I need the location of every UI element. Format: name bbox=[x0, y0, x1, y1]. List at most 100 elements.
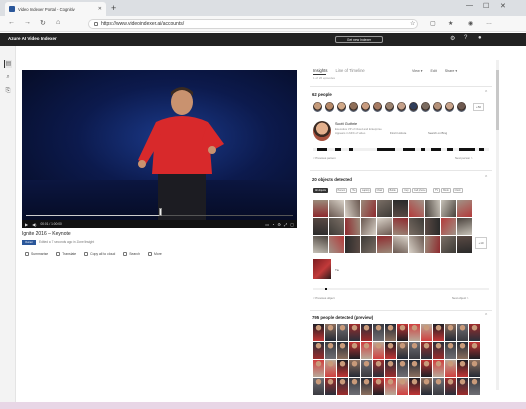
collapse-detected-icon[interactable]: ⌃ bbox=[484, 313, 488, 319]
next-object-link[interactable]: Next object > bbox=[452, 296, 468, 300]
object-thumbnail[interactable] bbox=[393, 218, 408, 235]
detected-person-thumbnail[interactable] bbox=[409, 378, 420, 395]
object-filter-pill[interactable]: Cell phone bbox=[412, 188, 428, 193]
detected-person-thumbnail[interactable] bbox=[469, 324, 480, 341]
detected-person-thumbnail[interactable] bbox=[409, 324, 420, 341]
object-filter-pill[interactable]: Tie bbox=[350, 188, 358, 193]
speed-icon[interactable]: ◔ bbox=[272, 222, 274, 227]
scrollbar-thumb[interactable] bbox=[496, 70, 499, 130]
detected-person-thumbnail[interactable] bbox=[433, 342, 444, 359]
home-icon[interactable]: ⌂ bbox=[56, 19, 60, 26]
object-filter-pill[interactable]: All objects bbox=[313, 188, 328, 193]
object-thumbnail[interactable] bbox=[441, 218, 456, 235]
scrubber-handle[interactable] bbox=[158, 208, 162, 216]
object-thumbnail[interactable] bbox=[313, 218, 328, 235]
object-thumbnail[interactable] bbox=[457, 218, 472, 235]
bing-search-link[interactable]: Search on Bing bbox=[428, 131, 447, 135]
previous-person-link[interactable]: < Previous person bbox=[313, 156, 336, 160]
previous-object-link[interactable]: < Previous object bbox=[313, 296, 335, 300]
object-thumbnail[interactable] bbox=[329, 236, 344, 253]
summarise-button[interactable]: Summarise bbox=[25, 252, 48, 256]
object-thumbnail[interactable] bbox=[409, 218, 424, 235]
search-icon[interactable]: ⌕ bbox=[4, 74, 12, 82]
detected-person-thumbnail[interactable] bbox=[469, 360, 480, 377]
edit-button[interactable]: Edit bbox=[431, 69, 437, 73]
detected-person-thumbnail[interactable] bbox=[373, 342, 384, 359]
object-filter-pill[interactable]: Person bbox=[335, 188, 348, 193]
object-thumbnail[interactable] bbox=[377, 218, 392, 235]
profile-icon[interactable]: ◉ bbox=[468, 20, 473, 27]
detected-person-thumbnail[interactable] bbox=[457, 342, 468, 359]
detected-person-thumbnail[interactable] bbox=[385, 324, 396, 341]
detected-person-thumbnail[interactable] bbox=[313, 324, 324, 341]
object-thumbnail[interactable] bbox=[425, 218, 440, 235]
person-face-thumbnail[interactable] bbox=[397, 102, 406, 112]
detected-person-thumbnail[interactable] bbox=[349, 324, 360, 341]
object-thumbnail[interactable] bbox=[425, 236, 440, 253]
close-window-button[interactable]: ✕ bbox=[500, 2, 506, 10]
popout-icon[interactable]: ▢ bbox=[290, 222, 294, 227]
detected-person-thumbnail[interactable] bbox=[385, 360, 396, 377]
view-dropdown[interactable]: View ▾ bbox=[412, 69, 423, 73]
browser-tab[interactable]: Video Indexer Portal - Cognitiv ✕ bbox=[5, 2, 106, 16]
object-thumbnail[interactable] bbox=[361, 236, 376, 253]
tab-timeline[interactable]: Line of Timeline bbox=[335, 68, 364, 73]
detected-person-thumbnail[interactable] bbox=[337, 324, 348, 341]
tab-insights[interactable]: Insights bbox=[313, 68, 327, 73]
detected-person-thumbnail[interactable] bbox=[313, 360, 324, 377]
detected-person-thumbnail[interactable] bbox=[325, 378, 336, 395]
detected-person-thumbnail[interactable] bbox=[373, 378, 384, 395]
detected-person-thumbnail[interactable] bbox=[397, 324, 408, 341]
object-timeline[interactable] bbox=[313, 288, 489, 290]
models-icon[interactable]: ⎘ bbox=[4, 88, 12, 96]
object-thumbnail[interactable] bbox=[345, 218, 360, 235]
detected-person-thumbnail[interactable] bbox=[457, 378, 468, 395]
detected-person-thumbnail[interactable] bbox=[361, 324, 372, 341]
detected-person-thumbnail[interactable] bbox=[469, 342, 480, 359]
object-thumbnail[interactable] bbox=[361, 218, 376, 235]
object-filter-pill[interactable]: TV bbox=[433, 188, 441, 193]
person-face-thumbnail[interactable] bbox=[373, 102, 382, 112]
person-face-thumbnail[interactable] bbox=[325, 102, 334, 112]
object-thumbnail[interactable] bbox=[329, 200, 344, 217]
detected-person-thumbnail[interactable] bbox=[373, 324, 384, 341]
detected-person-thumbnail[interactable] bbox=[421, 342, 432, 359]
new-tab-button[interactable]: + bbox=[111, 3, 116, 13]
find-in-azure-link[interactable]: Find in Azure bbox=[390, 131, 406, 135]
detected-person-thumbnail[interactable] bbox=[373, 360, 384, 377]
object-thumbnail[interactable] bbox=[457, 236, 472, 253]
detected-person-thumbnail[interactable] bbox=[445, 324, 456, 341]
detected-person-thumbnail[interactable] bbox=[409, 342, 420, 359]
detected-person-thumbnail[interactable] bbox=[397, 342, 408, 359]
more-objects-button[interactable]: +10 bbox=[475, 237, 487, 249]
person-face-thumbnail[interactable] bbox=[409, 102, 418, 112]
forward-icon[interactable]: → bbox=[24, 19, 31, 26]
detected-person-thumbnail[interactable] bbox=[337, 342, 348, 359]
detected-person-thumbnail[interactable] bbox=[325, 324, 336, 341]
object-thumbnail[interactable] bbox=[329, 218, 344, 235]
person-face-thumbnail[interactable] bbox=[361, 102, 370, 112]
collapse-objects-icon[interactable]: ⌃ bbox=[484, 175, 488, 181]
object-thumbnail[interactable] bbox=[393, 236, 408, 253]
detected-person-thumbnail[interactable] bbox=[433, 324, 444, 341]
person-face-thumbnail[interactable] bbox=[457, 102, 466, 112]
person-face-thumbnail[interactable] bbox=[445, 102, 454, 112]
detected-person-thumbnail[interactable] bbox=[313, 342, 324, 359]
address-bar[interactable]: https://www.videoindexer.ai/accounts/ bbox=[88, 19, 418, 29]
settings-more-icon[interactable]: … bbox=[486, 20, 492, 26]
object-filter-pill[interactable]: Clock bbox=[452, 188, 463, 193]
detected-person-thumbnail[interactable] bbox=[361, 342, 372, 359]
search-button[interactable]: Search bbox=[123, 252, 140, 256]
captions-icon[interactable]: ▭ bbox=[265, 222, 269, 227]
object-thumbnail[interactable] bbox=[393, 200, 408, 217]
object-filter-pill[interactable]: Laptop bbox=[360, 188, 372, 193]
detected-person-thumbnail[interactable] bbox=[349, 378, 360, 395]
minimize-button[interactable]: — bbox=[466, 2, 473, 9]
detected-person-thumbnail[interactable] bbox=[433, 360, 444, 377]
object-thumbnail[interactable] bbox=[409, 200, 424, 217]
object-filter-pill[interactable]: Cup bbox=[402, 188, 411, 193]
settings-icon[interactable]: ⚙ bbox=[450, 35, 455, 42]
object-thumbnail[interactable] bbox=[457, 200, 472, 217]
maximize-button[interactable]: ☐ bbox=[483, 2, 489, 10]
object-thumbnail[interactable] bbox=[345, 200, 360, 217]
